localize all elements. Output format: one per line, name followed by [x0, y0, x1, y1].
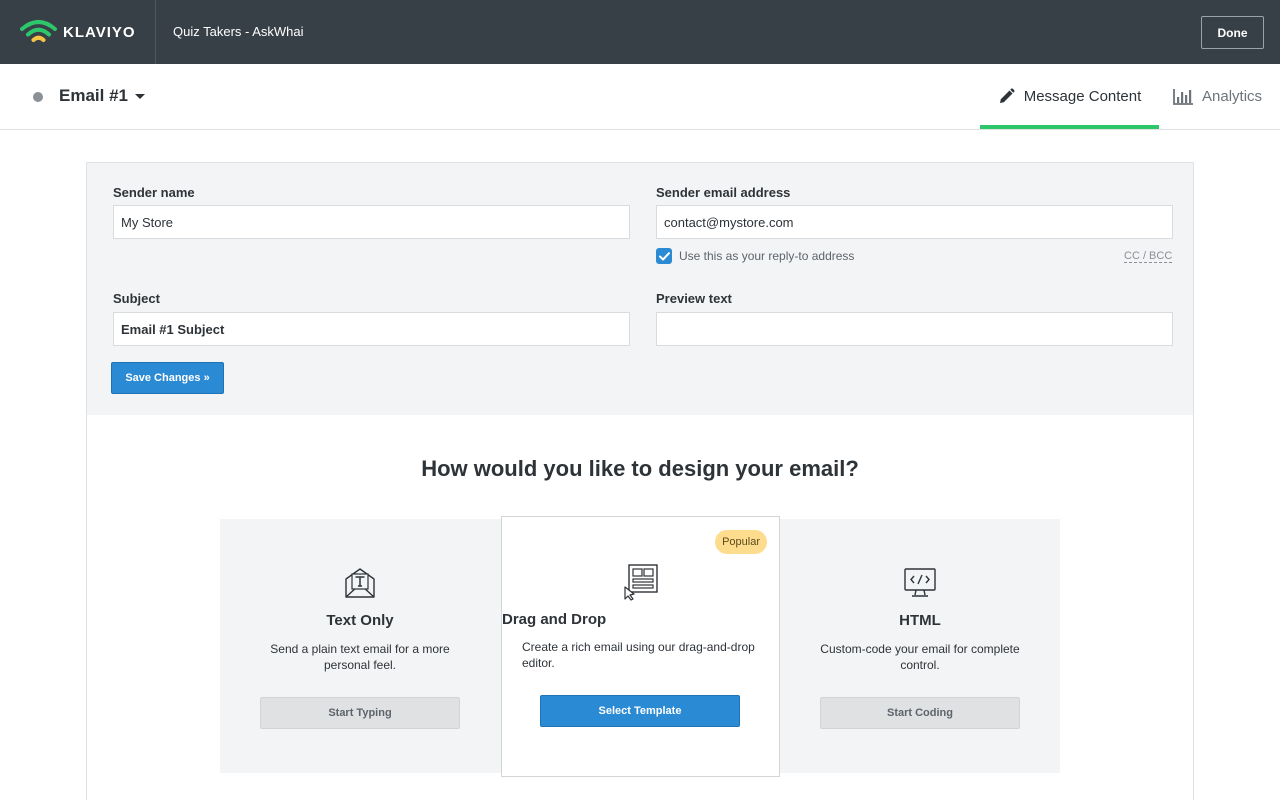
sender-settings-panel: Sender name My Store Sender email addres…: [86, 162, 1194, 416]
option-html: HTML Custom-code your email for complete…: [780, 519, 1060, 773]
sender-email-input[interactable]: contact@mystore.com: [656, 205, 1173, 239]
design-chooser: How would you like to design your email?…: [86, 415, 1194, 800]
popular-badge: Popular: [715, 530, 767, 554]
select-template-button[interactable]: Select Template: [540, 695, 740, 727]
sender-email-label: Sender email address: [656, 185, 791, 200]
option-drag-and-drop: Popular Drag and Drop Create a rich emai…: [501, 516, 780, 777]
checkmark-icon: [658, 251, 670, 260]
email-name: Email #1: [59, 86, 128, 105]
option-title: HTML: [899, 612, 941, 629]
email-selector[interactable]: Email #1: [59, 86, 145, 106]
klaviyo-logo[interactable]: KLAVIYO: [20, 19, 136, 45]
preview-text-label: Preview text: [656, 291, 732, 306]
active-tab-indicator: [980, 125, 1159, 129]
caret-down-icon: [135, 93, 145, 99]
top-bar: KLAVIYO Quiz Takers - AskWhai Done: [0, 0, 1280, 64]
start-typing-button[interactable]: Start Typing: [260, 697, 460, 729]
sender-name-input[interactable]: My Store: [113, 205, 630, 239]
envelope-text-icon: [220, 566, 500, 600]
message-header: Email #1 Message Content Analytics: [0, 64, 1280, 130]
preview-text-input[interactable]: [656, 312, 1173, 346]
tab-message-content[interactable]: Message Content: [980, 64, 1159, 129]
start-coding-button[interactable]: Start Coding: [820, 697, 1020, 729]
option-title: Text Only: [326, 612, 394, 629]
bar-chart-icon: [1173, 88, 1193, 105]
option-description: Send a plain text email for a more perso…: [270, 642, 450, 672]
cc-bcc-link[interactable]: CC / BCC: [1124, 250, 1173, 263]
reply-to-checkbox[interactable]: [656, 248, 672, 264]
option-text-only: Text Only Send a plain text email for a …: [220, 519, 500, 773]
logo-text: KLAVIYO: [63, 23, 136, 41]
tab-label: Analytics: [1202, 88, 1263, 105]
status-indicator: [33, 92, 43, 102]
subject-input[interactable]: Email #1 Subject: [113, 312, 630, 346]
design-heading: How would you like to design your email?: [421, 456, 859, 481]
wifi-logo-icon: [20, 20, 57, 42]
sender-name-label: Sender name: [113, 185, 195, 200]
done-button[interactable]: Done: [1201, 16, 1264, 49]
reply-to-label: Use this as your reply-to address: [679, 249, 855, 263]
option-description: Create a rich email using our drag-and-d…: [522, 640, 755, 670]
topbar-divider: [155, 0, 156, 64]
save-changes-button[interactable]: Save Changes »: [111, 362, 224, 394]
drag-drop-layout-icon: [502, 563, 779, 601]
option-description: Custom-code your email for complete cont…: [820, 642, 1020, 672]
option-title: Drag and Drop: [502, 611, 607, 628]
flow-title: Quiz Takers - AskWhai: [173, 24, 304, 39]
tab-analytics[interactable]: Analytics: [1173, 64, 1262, 129]
tab-label: Message Content: [1023, 88, 1142, 105]
code-monitor-icon: [780, 567, 1060, 599]
pencil-icon: [999, 88, 1015, 103]
subject-label: Subject: [113, 291, 160, 306]
